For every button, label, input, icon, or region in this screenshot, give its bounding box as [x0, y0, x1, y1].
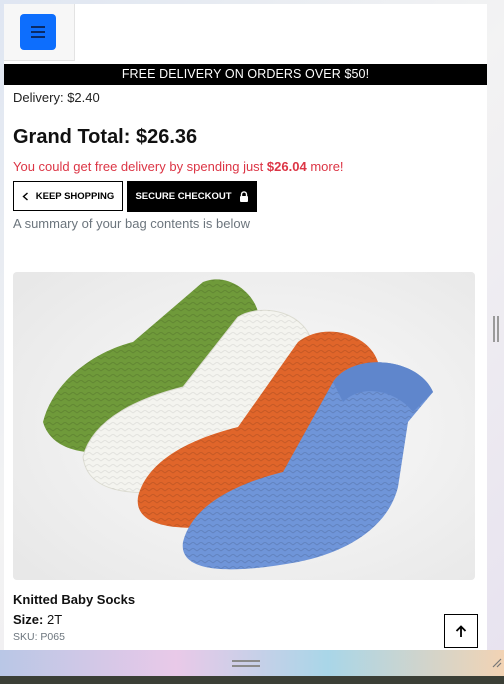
free-delivery-prefix: You could get free delivery by spending …: [13, 159, 264, 174]
knitted-socks-image: [13, 272, 475, 580]
chevron-left-icon: [22, 191, 28, 201]
product-size: Size: 2T: [13, 612, 62, 627]
delivery-cost: Delivery: $2.40: [13, 90, 100, 105]
grand-total-value: $26.36: [135, 126, 198, 148]
banner-text: FREE DELIVERY ON ORDERS OVER $50!: [121, 67, 370, 81]
secure-checkout-label: SECURE CHECKOUT: [135, 191, 232, 202]
menu-toggle-button[interactable]: [20, 14, 56, 50]
delivery-value: $2.40: [67, 90, 100, 105]
keep-shopping-button[interactable]: KEEP SHOPPING: [13, 181, 123, 211]
secure-checkout-button[interactable]: SECURE CHECKOUT: [127, 181, 257, 212]
grand-total-label: Grand Total:: [13, 126, 131, 148]
free-delivery-banner: FREE DELIVERY ON ORDERS OVER $50!: [4, 64, 487, 85]
lock-icon: [239, 191, 248, 202]
product-sku: SKU: P065: [13, 631, 65, 643]
product-size-label: Size:: [13, 612, 44, 627]
background-dark-edge: [0, 676, 504, 684]
keep-shopping-label: KEEP SHOPPING: [35, 190, 115, 202]
product-size-value: 2T: [46, 612, 63, 627]
corner-resize-grip[interactable]: [490, 656, 502, 668]
arrow-up-icon: [455, 624, 467, 637]
delivery-label: Delivery:: [13, 90, 64, 105]
horizontal-resize-grip[interactable]: [232, 660, 260, 668]
free-delivery-message: You could get free delivery by spending …: [13, 159, 344, 174]
bag-summary-note: A summary of your bag contents is below: [13, 216, 251, 231]
mobile-viewport: FREE DELIVERY ON ORDERS OVER $50! Delive…: [4, 4, 487, 650]
vertical-resize-grip[interactable]: [493, 316, 499, 342]
free-delivery-amount: $26.04: [266, 159, 307, 174]
product-image[interactable]: [13, 272, 475, 580]
back-to-top-button[interactable]: [444, 614, 478, 648]
free-delivery-suffix: more!: [310, 159, 344, 174]
header: [4, 4, 75, 61]
product-name[interactable]: Knitted Baby Socks: [13, 592, 135, 607]
grand-total: Grand Total: $26.36: [13, 126, 197, 149]
